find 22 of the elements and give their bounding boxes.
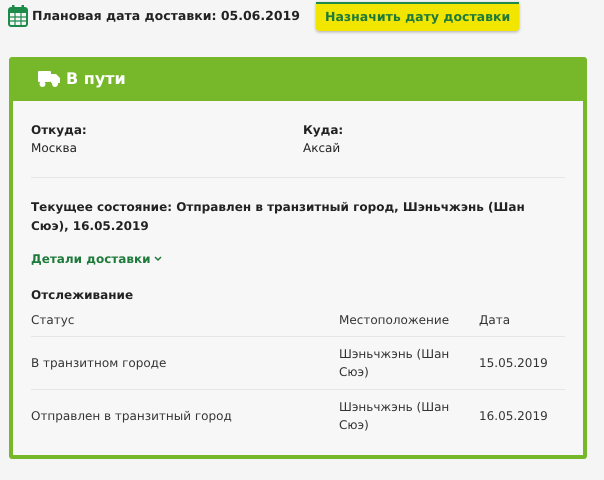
delivery-details-link[interactable]: Детали доставки bbox=[31, 250, 162, 268]
from-label: Откуда: bbox=[31, 122, 88, 139]
truck-icon bbox=[38, 70, 60, 88]
card-title: В пути bbox=[66, 68, 126, 90]
table-cell-text: Шэньчжэнь (Шан Сюэ) bbox=[339, 346, 450, 381]
column-header: Местоположение bbox=[339, 312, 450, 329]
to-label: Куда: bbox=[303, 122, 344, 139]
tracking-title: Отслеживание bbox=[31, 286, 134, 304]
current-state: Текущее состояние: Отправлен в транзитный город, Шэньчжэнь (Шан Сюэ), 16.05.2019 bbox=[31, 198, 526, 235]
chevron-icon bbox=[154, 256, 162, 262]
table-cell-text: Шэньчжэнь (Шан Сюэ) bbox=[339, 399, 450, 434]
column-header: Статус bbox=[31, 312, 76, 329]
from-value: Москва bbox=[31, 140, 78, 157]
table-cell-text: 16.05.2019 bbox=[479, 408, 548, 426]
table-cell-text: 15.05.2019 bbox=[479, 354, 548, 372]
to-value: Аксай bbox=[303, 140, 342, 157]
table-cell-text: Отправлен в транзитный город bbox=[31, 408, 233, 426]
schedule-delivery-button[interactable]: Назначить дату доставки bbox=[316, 2, 520, 31]
table-cell-text: В транзитном городе bbox=[31, 354, 168, 372]
column-header: Дата bbox=[479, 312, 510, 329]
planned-delivery-date: Плановая дата доставки: 05.06.2019 bbox=[32, 7, 301, 25]
calendar-icon bbox=[8, 5, 28, 28]
